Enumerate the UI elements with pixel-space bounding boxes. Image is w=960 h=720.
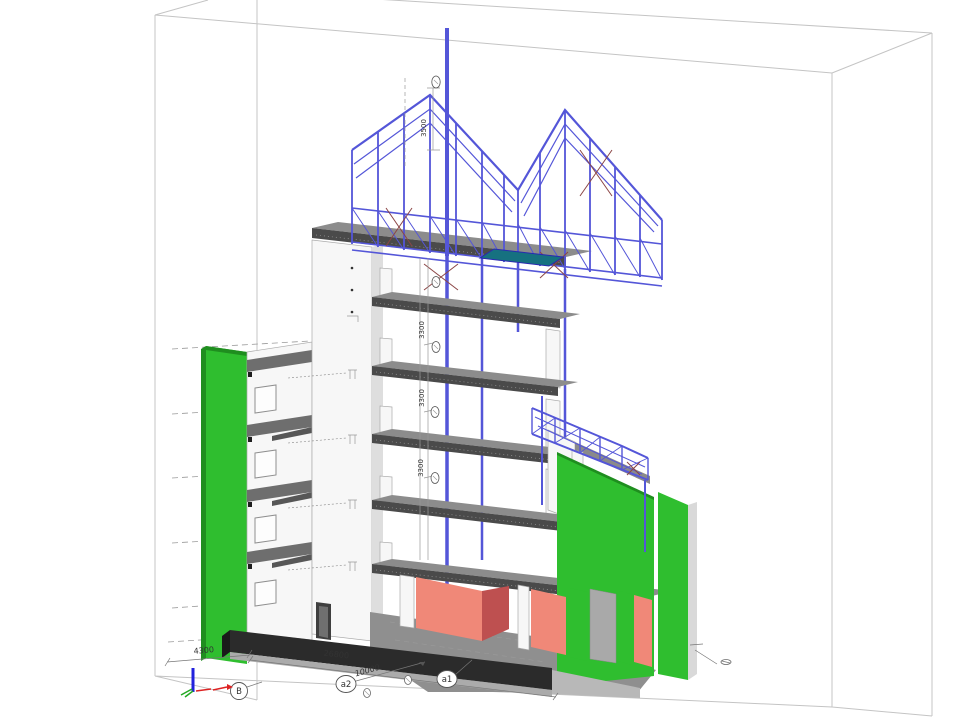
green-wall-left[interactable] bbox=[201, 346, 206, 661]
green-wall-left-face[interactable] bbox=[206, 346, 247, 664]
dim-4300: 4300 bbox=[193, 645, 214, 656]
svg-text:B: B bbox=[236, 687, 242, 697]
red-wall bbox=[634, 595, 652, 667]
axis-z bbox=[192, 668, 195, 692]
window bbox=[255, 580, 276, 606]
green-wall bbox=[618, 591, 632, 665]
gray-wall bbox=[590, 589, 616, 663]
window bbox=[255, 515, 276, 543]
dim-3500: 3500 bbox=[420, 119, 428, 137]
axis-y bbox=[181, 689, 193, 697]
green-wall bbox=[570, 588, 587, 661]
window bbox=[255, 385, 276, 413]
steel-truss-roof[interactable] bbox=[352, 28, 662, 290]
dim-3300: 3300 bbox=[417, 459, 425, 477]
left-wing[interactable] bbox=[201, 342, 312, 664]
dim-3300: 3300 bbox=[418, 389, 426, 407]
window bbox=[255, 450, 276, 478]
svg-text:a1: a1 bbox=[442, 675, 453, 685]
door-leaf bbox=[319, 606, 328, 638]
vertical-dimensions: 3500 3300 3300 3300 bbox=[405, 76, 440, 560]
red-wall bbox=[531, 589, 566, 655]
green-wall-side bbox=[688, 502, 697, 680]
dim-3300: 3300 bbox=[418, 321, 426, 339]
viewport-3d[interactable]: 3500 3300 3300 3300 4300 26800 10000 B a… bbox=[0, 0, 960, 720]
svg-text:a2: a2 bbox=[341, 680, 352, 690]
